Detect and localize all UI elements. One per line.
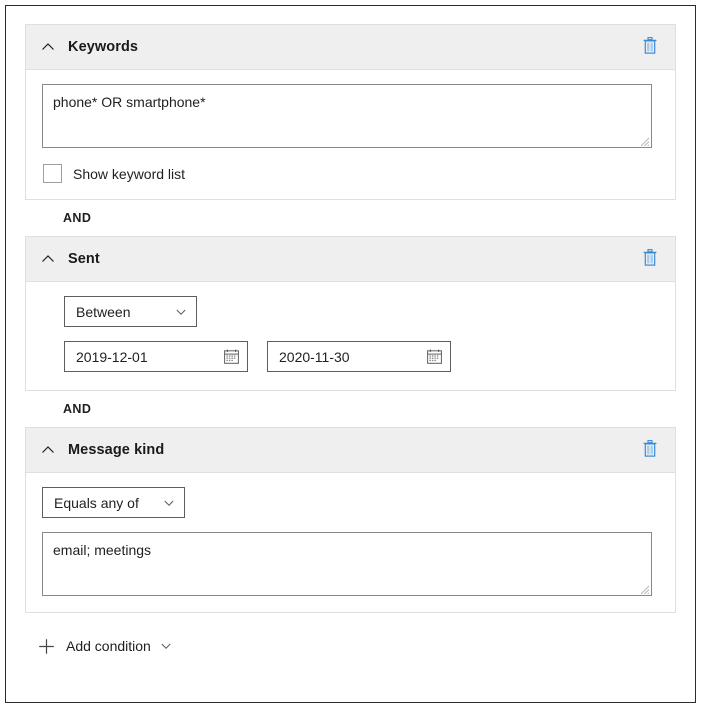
sent-start-date-field[interactable]: 2019-12-01 bbox=[64, 341, 248, 372]
delete-condition-button-sent[interactable] bbox=[637, 246, 663, 272]
condition-body-sent: Between 2019-12-01 bbox=[26, 282, 675, 390]
message-kind-input-wrap bbox=[42, 532, 652, 596]
delete-condition-button-message-kind[interactable] bbox=[637, 437, 663, 463]
condition-title: Sent bbox=[68, 251, 100, 267]
show-keyword-list-row[interactable]: Show keyword list bbox=[42, 164, 659, 183]
connector-label: AND bbox=[63, 211, 91, 225]
chevron-up-icon[interactable] bbox=[40, 39, 56, 55]
condition-card-keywords: Keywords bbox=[25, 24, 676, 200]
sent-date-range: 2019-12-01 bbox=[64, 341, 659, 372]
connector-and-1: AND bbox=[25, 200, 676, 236]
sent-operator-dropdown[interactable]: Between bbox=[64, 296, 197, 327]
condition-title: Message kind bbox=[68, 442, 164, 458]
message-kind-operator-dropdown[interactable]: Equals any of bbox=[42, 487, 185, 518]
condition-body-message-kind: Equals any of bbox=[26, 473, 675, 612]
condition-body-keywords: Show keyword list bbox=[26, 70, 675, 199]
message-kind-input[interactable] bbox=[42, 532, 652, 596]
show-keyword-list-checkbox[interactable] bbox=[43, 164, 62, 183]
connector-label: AND bbox=[63, 402, 91, 416]
condition-builder-panel: Keywords bbox=[5, 5, 696, 703]
sent-end-date-value: 2020-11-30 bbox=[279, 349, 350, 365]
chevron-up-icon[interactable] bbox=[40, 442, 56, 458]
connector-and-2: AND bbox=[25, 391, 676, 427]
condition-header-keywords[interactable]: Keywords bbox=[26, 25, 675, 70]
trash-icon bbox=[642, 37, 658, 57]
chevron-up-icon[interactable] bbox=[40, 251, 56, 267]
condition-title: Keywords bbox=[68, 39, 138, 55]
chevron-down-icon bbox=[145, 497, 175, 509]
message-kind-operator-value: Equals any of bbox=[54, 495, 139, 511]
condition-card-sent: Sent Between bbox=[25, 236, 676, 391]
show-keyword-list-label: Show keyword list bbox=[73, 166, 185, 182]
add-condition-label: Add condition bbox=[66, 638, 151, 654]
sent-operator-value: Between bbox=[76, 304, 130, 320]
trash-icon bbox=[642, 440, 658, 460]
keywords-input-wrap bbox=[42, 84, 652, 148]
keywords-input[interactable] bbox=[42, 84, 652, 148]
trash-icon bbox=[642, 249, 658, 269]
calendar-icon[interactable] bbox=[224, 349, 239, 364]
condition-builder-content: Keywords bbox=[6, 6, 695, 702]
condition-header-message-kind[interactable]: Message kind bbox=[26, 428, 675, 473]
condition-header-sent[interactable]: Sent bbox=[26, 237, 675, 282]
delete-condition-button-keywords[interactable] bbox=[637, 34, 663, 60]
condition-card-message-kind: Message kind bbox=[25, 427, 676, 613]
chevron-down-icon bbox=[157, 306, 187, 318]
plus-icon bbox=[38, 638, 55, 655]
add-condition-button[interactable]: Add condition bbox=[25, 625, 208, 667]
message-kind-operator-wrap: Equals any of bbox=[42, 487, 659, 518]
calendar-icon[interactable] bbox=[427, 349, 442, 364]
chevron-down-icon bbox=[160, 640, 172, 652]
sent-end-date-field[interactable]: 2020-11-30 bbox=[267, 341, 451, 372]
sent-start-date-value: 2019-12-01 bbox=[76, 349, 148, 365]
